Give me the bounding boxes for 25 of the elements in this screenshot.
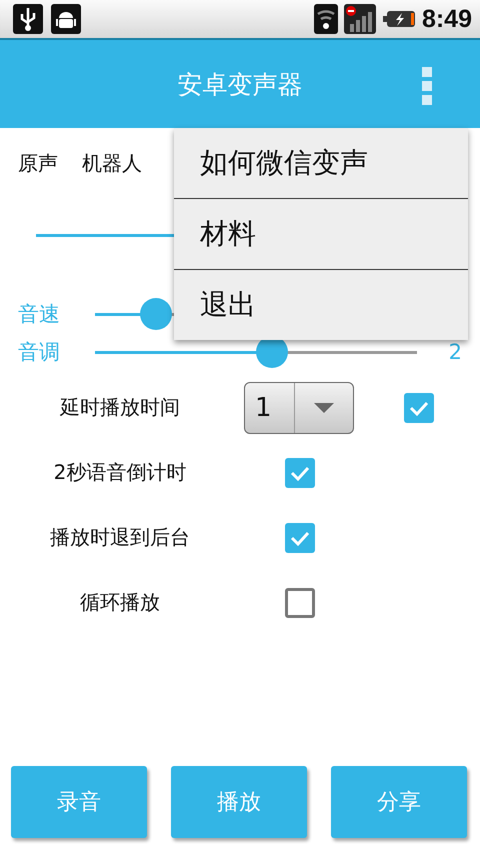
checkbox[interactable] — [285, 588, 315, 618]
slider-label: 音调 — [17, 339, 61, 366]
caret-icon — [314, 402, 334, 412]
slider-value: 2 — [448, 340, 463, 364]
app-title: 安卓变声器 — [178, 68, 302, 100]
menu-item[interactable]: 如何微信变声 — [174, 128, 468, 198]
checkbox[interactable] — [285, 458, 315, 488]
menu-item[interactable]: 材料 — [174, 198, 468, 269]
delay-dropdown[interactable]: 1 — [244, 382, 354, 434]
checkbox[interactable] — [285, 522, 315, 552]
slider-label: 音速 — [17, 301, 61, 328]
menu-item[interactable]: 退出 — [174, 269, 468, 340]
option-label: 延时播放时间 — [59, 394, 181, 421]
signal-icon — [344, 4, 376, 34]
option-label: 循环播放 — [79, 589, 161, 616]
usb-icon — [12, 4, 44, 34]
android-icon — [50, 4, 82, 34]
overflow-menu-icon[interactable] — [422, 67, 432, 105]
checkbox[interactable] — [404, 392, 434, 422]
voice-option[interactable]: 原声 — [18, 150, 58, 178]
clock-time: 8:49 — [422, 4, 472, 34]
voice-option[interactable]: 机器人 — [82, 150, 142, 178]
option-label: 2秒语音倒计时 — [52, 459, 188, 486]
wifi-icon — [314, 4, 338, 34]
option-label: 播放时退到后台 — [49, 524, 191, 551]
